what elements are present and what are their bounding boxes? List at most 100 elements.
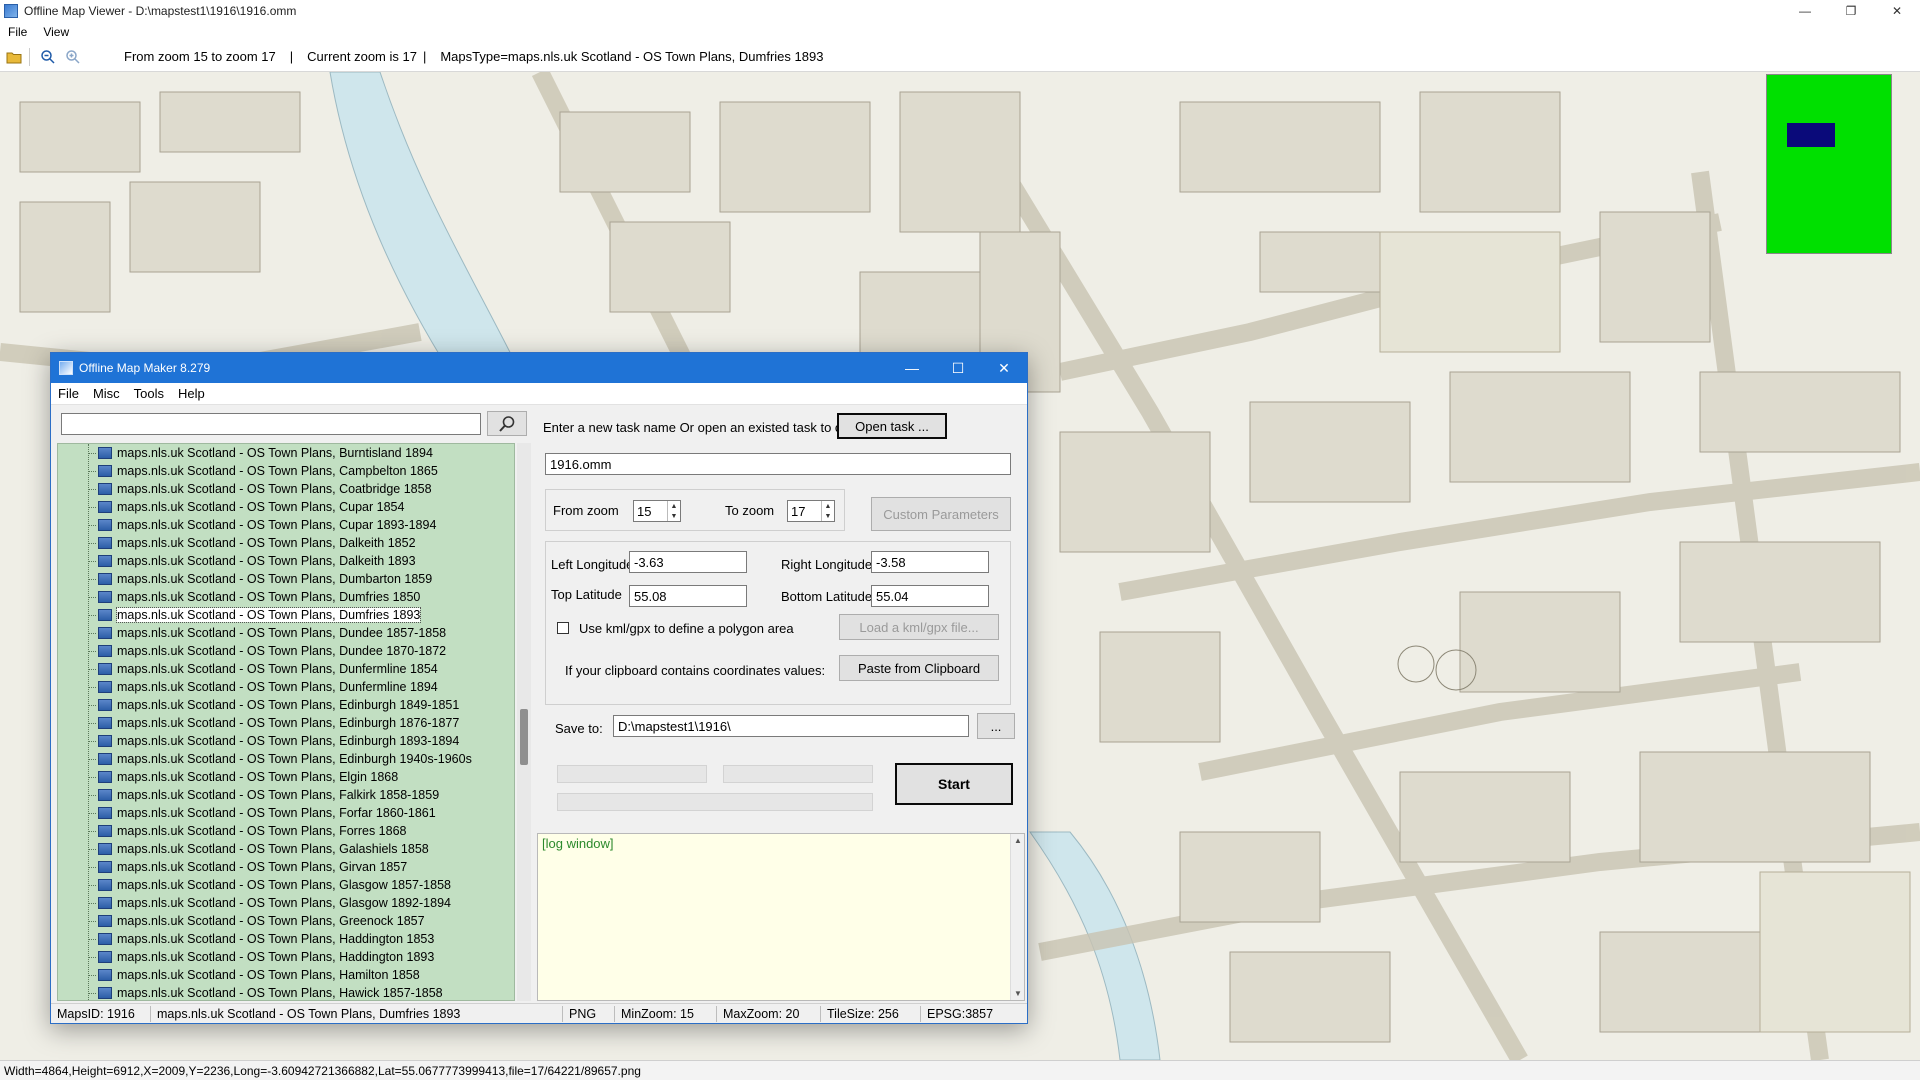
minimap[interactable] <box>1766 74 1892 254</box>
folder-icon <box>6 52 22 63</box>
toolbar-separator <box>29 47 30 66</box>
bottom-latitude-input[interactable] <box>871 585 989 607</box>
tree-item[interactable]: maps.nls.uk Scotland - OS Town Plans, Ed… <box>58 732 514 750</box>
tree-item[interactable]: maps.nls.uk Scotland - OS Town Plans, Fo… <box>58 822 514 840</box>
minimap-viewport[interactable] <box>1787 123 1835 147</box>
scroll-up-icon[interactable]: ▲ <box>1014 836 1022 845</box>
dialog-menu-tools[interactable]: Tools <box>127 386 171 401</box>
tree-item[interactable]: maps.nls.uk Scotland - OS Town Plans, El… <box>58 768 514 786</box>
tree-item[interactable]: maps.nls.uk Scotland - OS Town Plans, Fa… <box>58 786 514 804</box>
map-search-input[interactable] <box>61 413 481 435</box>
cursor-info-text: Width=4864,Height=6912,X=2009,Y=2236,Lon… <box>4 1063 641 1078</box>
open-folder-button[interactable] <box>3 46 25 68</box>
zoom-in-button[interactable] <box>62 46 84 68</box>
tree-item[interactable]: maps.nls.uk Scotland - OS Town Plans, Du… <box>58 624 514 642</box>
tree-item-label: maps.nls.uk Scotland - OS Town Plans, Ca… <box>117 464 438 478</box>
viewer-title: Offline Map Viewer - D:\mapstest1\1916\1… <box>24 4 297 18</box>
log-window[interactable]: [log window] ▲ ▼ <box>537 833 1025 1001</box>
tree-scrollbar-thumb[interactable] <box>520 709 528 765</box>
menu-file[interactable]: File <box>0 25 35 39</box>
restore-button[interactable]: ❐ <box>1828 0 1874 22</box>
map-layer-icon <box>98 969 112 981</box>
task-prompt-label: Enter a new task name Or open an existed… <box>543 420 888 435</box>
use-kml-checkbox[interactable] <box>557 622 569 634</box>
dialog-close-button[interactable]: ✕ <box>981 353 1027 383</box>
tree-item[interactable]: maps.nls.uk Scotland - OS Town Plans, Ha… <box>58 984 514 1000</box>
tree-item[interactable]: maps.nls.uk Scotland - OS Town Plans, Bu… <box>58 444 514 462</box>
tree-item[interactable]: maps.nls.uk Scotland - OS Town Plans, Du… <box>58 642 514 660</box>
close-button[interactable]: ✕ <box>1874 0 1920 22</box>
map-layer-icon <box>98 807 112 819</box>
tree-item[interactable]: maps.nls.uk Scotland - OS Town Plans, Gl… <box>58 876 514 894</box>
tree-item[interactable]: maps.nls.uk Scotland - OS Town Plans, Du… <box>58 660 514 678</box>
from-zoom-spinner[interactable]: 15 ▲ ▼ <box>633 500 681 522</box>
save-to-input[interactable] <box>613 715 969 737</box>
task-settings-pane: Enter a new task name Or open an existed… <box>537 409 1025 1001</box>
task-name-input[interactable] <box>545 453 1011 475</box>
dialog-menu-misc[interactable]: Misc <box>86 386 127 401</box>
map-layer-icon <box>98 663 112 675</box>
tree-item[interactable]: maps.nls.uk Scotland - OS Town Plans, Ha… <box>58 966 514 984</box>
tree-item[interactable]: maps.nls.uk Scotland - OS Town Plans, Gl… <box>58 894 514 912</box>
tree-item[interactable]: maps.nls.uk Scotland - OS Town Plans, Du… <box>58 678 514 696</box>
right-longitude-input[interactable] <box>871 551 989 573</box>
status-max-zoom: MaxZoom: 20 <box>717 1005 821 1022</box>
minimize-button[interactable]: — <box>1782 0 1828 22</box>
load-kml-button[interactable]: Load a kml/gpx file... <box>839 614 999 640</box>
tree-item[interactable]: maps.nls.uk Scotland - OS Town Plans, Cu… <box>58 498 514 516</box>
viewer-menu-bar: File View <box>0 22 1920 42</box>
to-zoom-label: To zoom <box>725 503 775 518</box>
to-zoom-spinner[interactable]: 17 ▲ ▼ <box>787 500 835 522</box>
status-format: PNG <box>563 1005 615 1022</box>
tree-item-label: maps.nls.uk Scotland - OS Town Plans, Ha… <box>117 950 435 964</box>
tree-item[interactable]: maps.nls.uk Scotland - OS Town Plans, Ha… <box>58 948 514 966</box>
spinner-arrows-icon[interactable]: ▲ ▼ <box>667 501 680 521</box>
tree-item[interactable]: maps.nls.uk Scotland - OS Town Plans, Ed… <box>58 696 514 714</box>
open-task-button[interactable]: Open task ... <box>837 413 947 439</box>
custom-parameters-button[interactable]: Custom Parameters <box>871 497 1011 531</box>
tree-item[interactable]: maps.nls.uk Scotland - OS Town Plans, Ca… <box>58 462 514 480</box>
tree-item[interactable]: maps.nls.uk Scotland - OS Town Plans, Gr… <box>58 912 514 930</box>
status-tile-size: TileSize: 256 <box>821 1005 921 1022</box>
spinner-arrows-icon[interactable]: ▲ ▼ <box>821 501 834 521</box>
zoom-out-button[interactable] <box>37 46 59 68</box>
tree-item[interactable]: maps.nls.uk Scotland - OS Town Plans, Cu… <box>58 516 514 534</box>
dialog-title: Offline Map Maker 8.279 <box>79 361 211 375</box>
dialog-menu-file[interactable]: File <box>51 386 86 401</box>
tree-item[interactable]: maps.nls.uk Scotland - OS Town Plans, Gi… <box>58 858 514 876</box>
tree-item[interactable]: maps.nls.uk Scotland - OS Town Plans, Ed… <box>58 750 514 768</box>
paste-from-clipboard-button[interactable]: Paste from Clipboard <box>839 655 999 681</box>
tree-item[interactable]: maps.nls.uk Scotland - OS Town Plans, Da… <box>58 552 514 570</box>
map-search-button[interactable] <box>487 411 527 436</box>
tree-item[interactable]: maps.nls.uk Scotland - OS Town Plans, Da… <box>58 534 514 552</box>
map-layer-icon <box>98 951 112 963</box>
tree-item[interactable]: maps.nls.uk Scotland - OS Town Plans, Ha… <box>58 930 514 948</box>
map-type-tree[interactable]: maps.nls.uk Scotland - OS Town Plans, Bu… <box>57 443 515 1001</box>
start-button[interactable]: Start <box>895 763 1013 805</box>
map-layer-icon <box>98 555 112 567</box>
tree-item-label: maps.nls.uk Scotland - OS Town Plans, Du… <box>117 590 421 604</box>
dialog-maximize-button[interactable]: ☐ <box>935 353 981 383</box>
tree-item[interactable]: maps.nls.uk Scotland - OS Town Plans, Ed… <box>58 714 514 732</box>
log-scrollbar[interactable]: ▲ ▼ <box>1010 834 1024 1000</box>
dialog-title-bar[interactable]: Offline Map Maker 8.279 — ☐ ✕ <box>51 353 1027 383</box>
tree-item-label: maps.nls.uk Scotland - OS Town Plans, Gl… <box>117 896 451 910</box>
browse-folder-button[interactable]: ... <box>977 713 1015 739</box>
tree-item[interactable]: maps.nls.uk Scotland - OS Town Plans, Co… <box>58 480 514 498</box>
left-longitude-input[interactable] <box>629 551 747 573</box>
tree-item[interactable]: maps.nls.uk Scotland - OS Town Plans, Du… <box>58 588 514 606</box>
dialog-minimize-button[interactable]: — <box>889 353 935 383</box>
menu-view[interactable]: View <box>35 25 77 39</box>
tree-item[interactable]: maps.nls.uk Scotland - OS Town Plans, Fo… <box>58 804 514 822</box>
map-layer-icon <box>98 717 112 729</box>
tree-item[interactable]: maps.nls.uk Scotland - OS Town Plans, Ga… <box>58 840 514 858</box>
scroll-down-icon[interactable]: ▼ <box>1014 989 1022 998</box>
viewer-status-bar: Width=4864,Height=6912,X=2009,Y=2236,Lon… <box>0 1060 1920 1080</box>
top-latitude-input[interactable] <box>629 585 747 607</box>
tree-item-label: maps.nls.uk Scotland - OS Town Plans, Gi… <box>117 860 408 874</box>
tree-item-label: maps.nls.uk Scotland - OS Town Plans, Du… <box>117 626 447 640</box>
tree-item[interactable]: maps.nls.uk Scotland - OS Town Plans, Du… <box>58 606 514 624</box>
tree-scrollbar[interactable] <box>517 443 531 1001</box>
dialog-menu-help[interactable]: Help <box>171 386 212 401</box>
tree-item[interactable]: maps.nls.uk Scotland - OS Town Plans, Du… <box>58 570 514 588</box>
